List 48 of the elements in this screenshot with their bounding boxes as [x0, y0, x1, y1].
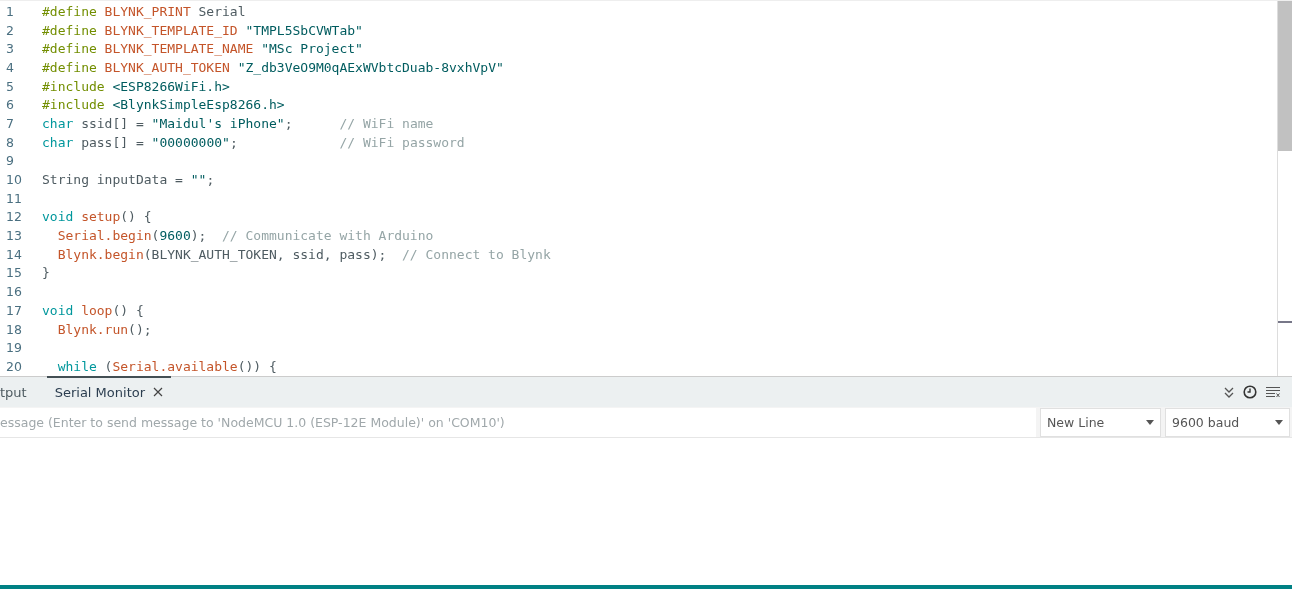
line-number: 13 [5, 228, 23, 244]
autoscroll-icon[interactable] [1224, 386, 1234, 398]
code-line: Blynk.run(); [56, 321, 152, 337]
caret-icon [1146, 420, 1154, 425]
line-number: 20 [5, 358, 23, 374]
code-line: #define BLYNK_TEMPLATE_ID "TMPL5SbCVWTab" [42, 22, 363, 38]
code-line: #define BLYNK_PRINT Serial [42, 3, 246, 19]
clear-output-icon[interactable] [1266, 386, 1281, 398]
code-line: Serial.begin(9600); // Communicate with Arduino [56, 228, 434, 244]
code-line: #include <BlynkSimpleEsp8266.h> [42, 97, 285, 113]
code-line: void loop() { [42, 302, 144, 318]
caret-icon [1275, 420, 1283, 425]
code-line: } [42, 265, 50, 281]
line-number: 18 [5, 321, 23, 337]
line-number: 16 [5, 284, 23, 300]
code-line: while (Serial.available()) { [56, 358, 277, 374]
code-line: char ssid[] = "Maidul's iPhone"; // WiFi name [42, 115, 434, 131]
message-field[interactable]: essage (Enter to send message to 'NodeMCU 1.0 (ESP-12E Module)' on 'COM10') [0, 408, 1036, 437]
line-number: 2 [5, 22, 15, 38]
line-number: 6 [5, 97, 15, 113]
baud-rate-dropdown[interactable]: 9600 baud [1165, 408, 1290, 437]
line-number: 12 [5, 209, 23, 225]
line-number: 8 [5, 134, 15, 150]
clock-icon[interactable] [1243, 385, 1257, 399]
line-number: 10 [5, 172, 23, 188]
code-line: char pass[] = "00000000"; // WiFi password [42, 134, 465, 150]
line-number: 19 [5, 340, 23, 356]
line-number: 7 [5, 115, 15, 131]
line-ending-dropdown[interactable]: New Line [1040, 408, 1161, 437]
code-line: Blynk.begin(BLYNK_AUTH_TOKEN, ssid, pass); // Connect to Blynk [56, 246, 551, 262]
code-line: #include <ESP8266WiFi.h> [42, 78, 230, 94]
line-number: 4 [5, 59, 15, 75]
line-number: 14 [5, 246, 23, 262]
code-line: #define BLYNK_AUTH_TOKEN "Z_db3VeO9M0qAExWVbtcDuab-8vxhVpV" [42, 59, 504, 75]
line-number: 9 [5, 153, 15, 169]
panel-tab[interactable]: tput [0, 376, 35, 406]
line-number: 15 [5, 265, 23, 281]
cursor-marker [1278, 321, 1292, 323]
code-line: void setup() { [42, 209, 152, 225]
line-number: 11 [5, 190, 23, 206]
line-number: 3 [5, 41, 15, 57]
scrollbar-thumb[interactable] [1278, 1, 1292, 151]
code-line: #define BLYNK_TEMPLATE_NAME "MSc Project" [42, 41, 363, 57]
close-icon[interactable] [153, 387, 164, 397]
line-number: 17 [5, 302, 23, 318]
code-line: String inputData = ""; [42, 172, 215, 188]
line-number: 5 [5, 78, 15, 94]
line-number: 1 [5, 3, 15, 19]
